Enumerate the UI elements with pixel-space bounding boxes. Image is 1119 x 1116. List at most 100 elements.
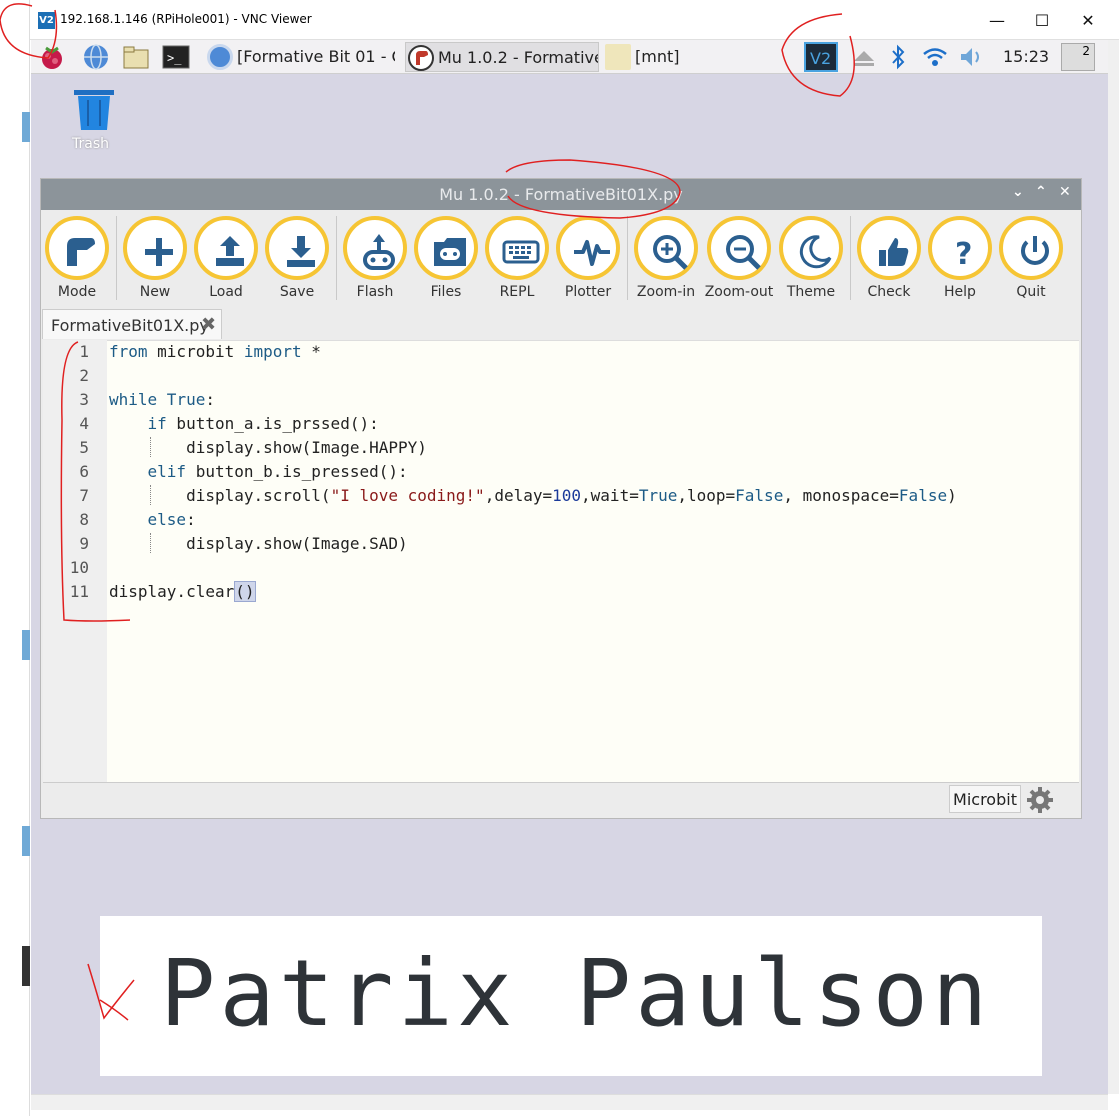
zoom-in-icon: [653, 235, 688, 270]
zoom-in-label: Zoom-in: [636, 284, 696, 300]
background-window-strip: [0, 0, 30, 1116]
mode-button[interactable]: Mode: [45, 216, 109, 306]
status-bar: [43, 782, 1079, 816]
mu-maximize-button[interactable]: ⌃: [1035, 184, 1047, 200]
task-file-manager[interactable]: [mnt]: [603, 42, 713, 72]
background-fragment: [22, 946, 30, 986]
eject-icon[interactable]: [849, 43, 879, 71]
code-line-7: display.scroll("I love coding!",delay=10…: [109, 486, 957, 505]
keyboard-icon: [502, 240, 540, 264]
mode-icon: [67, 238, 95, 266]
mu-window-title: Mu 1.0.2 - FormativeBit01X.py: [439, 185, 683, 204]
upload-icon: [216, 236, 244, 266]
line-number: 11: [69, 582, 89, 601]
line-number: 9: [79, 534, 89, 553]
bluetooth-icon[interactable]: [883, 43, 913, 71]
zoom-out-button[interactable]: Zoom-out: [705, 216, 773, 306]
files-button[interactable]: Files: [414, 216, 478, 306]
raspberry-menu-icon[interactable]: [37, 43, 67, 71]
vertical-scrollbar[interactable]: [1108, 40, 1119, 1094]
theme-label: Theme: [786, 284, 836, 300]
task-label: Mu 1.0.2 - Formative...: [438, 48, 598, 67]
tab-filename: FormativeBit01X.py: [51, 316, 209, 335]
volume-icon[interactable]: [957, 43, 987, 71]
line-number: 2: [79, 366, 89, 385]
power-icon: [1021, 236, 1049, 265]
vnc-titlebar: V2 192.168.1.146 (RPiHole001) - VNC View…: [30, 0, 1119, 40]
code-line-8: else:: [109, 510, 196, 529]
theme-button[interactable]: Theme: [779, 216, 843, 306]
vnc-window-title: 192.168.1.146 (RPiHole001) - VNC Viewer: [60, 12, 312, 26]
file-tab[interactable]: FormativeBit01X.py ✖: [42, 309, 222, 339]
mode-label: Mode: [57, 284, 97, 300]
terminal-icon[interactable]: >_: [161, 43, 191, 71]
line-number: 1: [79, 342, 89, 361]
trash-label: Trash: [72, 136, 109, 152]
zoom-out-icon: [726, 235, 761, 270]
task-label: [mnt]: [635, 47, 680, 66]
files-icon: [434, 238, 466, 266]
line-number: 6: [79, 462, 89, 481]
check-button[interactable]: Check: [857, 216, 921, 306]
plotter-button[interactable]: Plotter: [556, 216, 620, 306]
line-number: 4: [79, 414, 89, 433]
download-icon: [287, 236, 315, 267]
line-number: 8: [79, 510, 89, 529]
plotter-label: Plotter: [564, 284, 612, 300]
line-number: 10: [69, 558, 89, 577]
quit-button[interactable]: Quit: [999, 216, 1063, 306]
horizontal-scrollbar[interactable]: [31, 1094, 1108, 1110]
code-line-1: from microbit import *: [109, 342, 321, 361]
task-chromium[interactable]: [Formative Bit 01 - C...: [205, 42, 395, 72]
quit-label: Quit: [1016, 284, 1046, 300]
flash-device-icon: [363, 234, 395, 270]
save-label: Save: [279, 284, 315, 300]
minimize-button[interactable]: —: [985, 10, 1009, 32]
task-label: [Formative Bit 01 - C...: [237, 47, 395, 66]
maximize-button[interactable]: ☐: [1030, 10, 1054, 32]
code-line-9: display.show(Image.SAD): [109, 534, 408, 553]
tab-close-icon[interactable]: ✖: [201, 314, 216, 335]
code-line-6: elif button_b.is_pressed():: [109, 462, 408, 481]
vnc-logo-icon: V2: [38, 12, 55, 29]
indent-guide: [150, 437, 151, 457]
indent-guide: [150, 485, 151, 505]
mu-close-button[interactable]: ✕: [1059, 184, 1071, 200]
zoom-in-button[interactable]: Zoom-in: [634, 216, 698, 306]
mu-titlebar: Mu 1.0.2 - FormativeBit01X.py ⌄ ⌃ ✕: [41, 179, 1081, 210]
new-button[interactable]: New: [123, 216, 187, 306]
background-fragment: [22, 630, 30, 660]
clock: 15:23: [1003, 47, 1050, 66]
help-button[interactable]: ? Help: [928, 216, 992, 306]
wifi-icon[interactable]: [920, 43, 950, 71]
gear-icon[interactable]: [1026, 786, 1054, 814]
background-fragment: [22, 112, 30, 142]
student-name: Patrix Paulson: [160, 940, 992, 1047]
code-line-4: if button_a.is_prssed():: [109, 414, 379, 433]
pi-taskbar: >_ [Formative Bit 01 - C... Mu 1.0.2 - F…: [31, 40, 1108, 74]
flash-button[interactable]: Flash: [343, 216, 407, 306]
save-button[interactable]: Save: [265, 216, 329, 306]
line-number: 7: [79, 486, 89, 505]
vnc-server-icon[interactable]: V2: [804, 42, 838, 72]
svg-text:>_: >_: [167, 51, 182, 65]
cursor-bracket: (): [234, 581, 256, 602]
close-button[interactable]: ✕: [1076, 10, 1100, 32]
line-number: 5: [79, 438, 89, 457]
trash-icon[interactable]: [70, 86, 118, 132]
code-line-11: display.clear(): [109, 581, 256, 602]
svg-text:?: ?: [955, 237, 972, 272]
task-mu-editor[interactable]: Mu 1.0.2 - Formative...: [405, 42, 599, 72]
web-browser-icon[interactable]: [81, 43, 111, 71]
chromium-icon: [207, 44, 233, 70]
load-button[interactable]: Load: [194, 216, 258, 306]
mu-minimize-button[interactable]: ⌄: [1012, 184, 1024, 200]
code-line-5: display.show(Image.HAPPY): [109, 438, 427, 457]
file-manager-icon[interactable]: [121, 43, 151, 71]
line-number: 3: [79, 390, 89, 409]
workspace-switcher[interactable]: 2: [1061, 43, 1095, 71]
mu-icon: [408, 45, 434, 71]
folder-icon: [605, 44, 631, 70]
repl-button[interactable]: REPL: [485, 216, 549, 306]
mode-indicator[interactable]: Microbit: [949, 785, 1021, 813]
